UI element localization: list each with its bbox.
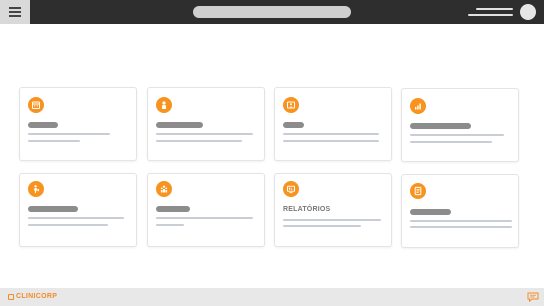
avatar[interactable] (520, 4, 536, 20)
footer: CLINICORP (0, 288, 544, 306)
card-title-reports: RELATÓRIOS (283, 206, 331, 213)
card-title-placeholder (28, 122, 58, 128)
card-desc-line (156, 224, 184, 226)
card-desc-line (28, 217, 124, 219)
search-bar[interactable] (193, 6, 351, 18)
card-desc-line (156, 133, 253, 135)
card-title-placeholder (283, 122, 304, 128)
brand-name: CLINICORP (16, 293, 58, 300)
calendar-icon (28, 97, 44, 113)
hamburger-icon-line (9, 15, 21, 17)
top-bar (0, 0, 544, 24)
card-desc-line (28, 140, 80, 142)
module-card-8[interactable] (401, 174, 519, 248)
card-title-placeholder (28, 206, 78, 212)
card-title-placeholder (410, 209, 451, 215)
module-card-2[interactable] (147, 87, 265, 161)
card-desc-line (283, 225, 361, 227)
hamburger-icon-line (9, 11, 21, 13)
report-icon (283, 181, 299, 197)
card-desc-line (28, 133, 110, 135)
module-card-5[interactable] (19, 173, 137, 247)
user-role-placeholder (468, 14, 513, 16)
brand-logo[interactable]: CLINICORP (8, 293, 57, 300)
card-title-placeholder (156, 122, 203, 128)
document-icon (410, 183, 426, 199)
walking-person-icon (28, 181, 44, 197)
id-card-icon (283, 97, 299, 113)
chat-icon[interactable] (527, 292, 539, 302)
card-desc-line (283, 140, 379, 142)
card-desc-line (410, 134, 504, 136)
clinicorp-logo-icon (8, 293, 14, 300)
module-card-6[interactable] (147, 173, 265, 247)
card-desc-line (410, 220, 512, 222)
card-desc-line (156, 217, 253, 219)
card-desc-line (410, 141, 492, 143)
user-name-placeholder (476, 8, 513, 10)
person-icon (156, 97, 172, 113)
bar-chart-icon (410, 98, 426, 114)
card-desc-line (283, 219, 381, 221)
card-desc-line (28, 224, 108, 226)
card-desc-line (156, 140, 242, 142)
group-icon (156, 181, 172, 197)
menu-button[interactable] (0, 0, 30, 24)
module-card-4[interactable] (401, 88, 519, 162)
card-title-placeholder (410, 123, 471, 129)
card-title-placeholder (156, 206, 190, 212)
hamburger-icon (9, 7, 21, 9)
module-card-reports[interactable]: RELATÓRIOS (274, 173, 392, 247)
module-card-1[interactable] (19, 87, 137, 161)
card-desc-line (283, 133, 379, 135)
module-card-3[interactable] (274, 87, 392, 161)
card-desc-line (410, 226, 512, 228)
